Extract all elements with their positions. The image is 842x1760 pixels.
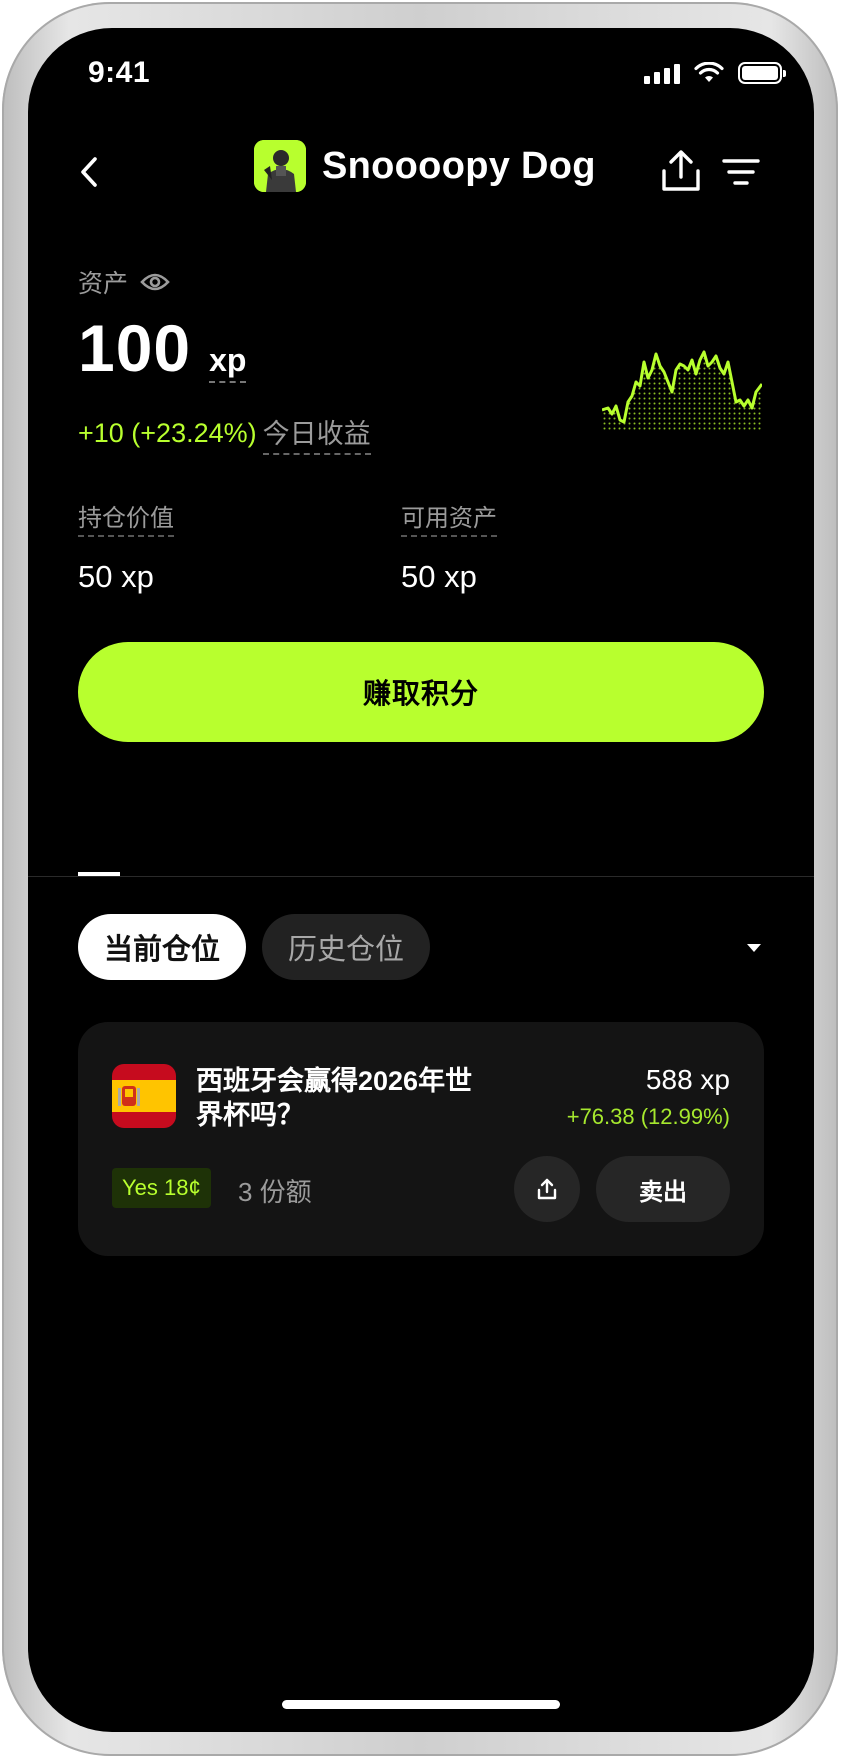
status-icons [644, 62, 786, 84]
home-indicator[interactable] [282, 1700, 560, 1709]
filter-button[interactable] [718, 150, 764, 194]
assets-label-row: 资产 [78, 264, 170, 300]
assets-unit: xp [209, 342, 247, 383]
market-title[interactable]: 西班牙会赢得2026年世界杯吗？ [196, 1064, 486, 1132]
caret-down-icon [747, 944, 761, 952]
daily-pnl-value: +10 (+23.24%) [78, 418, 257, 448]
sell-button[interactable]: 卖出 [596, 1156, 730, 1222]
status-time: 9:41 [88, 56, 151, 89]
available-assets-label[interactable]: 可用资产 [401, 498, 497, 537]
eye-icon[interactable] [140, 271, 170, 293]
position-share-button[interactable] [514, 1156, 580, 1222]
tab-history-positions[interactable]: 历史仓位 [262, 914, 430, 980]
card-position-value: 588 xp [645, 1064, 730, 1095]
assets-label: 资产 [78, 270, 129, 298]
section-divider [28, 876, 814, 877]
assets-value: 100 [78, 311, 192, 385]
assets-sparkline [602, 350, 762, 430]
assets-value-row: 100 xp [78, 310, 247, 386]
position-card[interactable]: 西班牙会赢得2026年世界杯吗？ 588 xp +76.38 (12.99%) … [78, 1022, 764, 1256]
position-value: 50 xp [78, 559, 154, 594]
card-position-pnl: +76.38 (12.99%) [566, 1104, 730, 1129]
tab-current-positions[interactable]: 当前仓位 [78, 914, 246, 980]
daily-pnl-row: +10 (+23.24%) 今日收益 [78, 412, 371, 455]
share-button[interactable] [656, 146, 706, 196]
status-bar: 9:41 [28, 28, 814, 118]
wifi-icon [694, 62, 724, 82]
position-value-stat: 持仓价值 50 xp [78, 498, 174, 595]
share-icon [662, 150, 700, 191]
profile-header: Snoooopy Dog [254, 140, 596, 192]
avatar [254, 140, 306, 192]
back-button[interactable] [68, 150, 112, 194]
avatar-image [254, 140, 306, 192]
earn-points-button[interactable]: 赚取积分 [78, 642, 764, 742]
position-value-label[interactable]: 持仓价值 [78, 498, 174, 537]
available-assets-stat: 可用资产 50 xp [401, 498, 497, 595]
filter-icon [722, 159, 760, 185]
battery-icon [738, 62, 786, 84]
sort-dropdown-button[interactable] [742, 938, 766, 958]
daily-pnl-label[interactable]: 今日收益 [262, 412, 371, 455]
outcome-badge: Yes 18¢ [112, 1168, 211, 1208]
chevron-left-icon [81, 157, 97, 187]
shares-count: 3 份额 [238, 1177, 312, 1207]
share-icon [537, 1178, 557, 1200]
app-screen: 9:41 Snoooopy Dog 资产 100 xp +10 (+23.24%… [28, 28, 814, 1732]
available-assets-value: 50 xp [401, 559, 477, 594]
spain-flag-icon [112, 1064, 176, 1128]
profile-name: Snoooopy Dog [322, 144, 596, 187]
cellular-signal-icon [644, 62, 680, 84]
